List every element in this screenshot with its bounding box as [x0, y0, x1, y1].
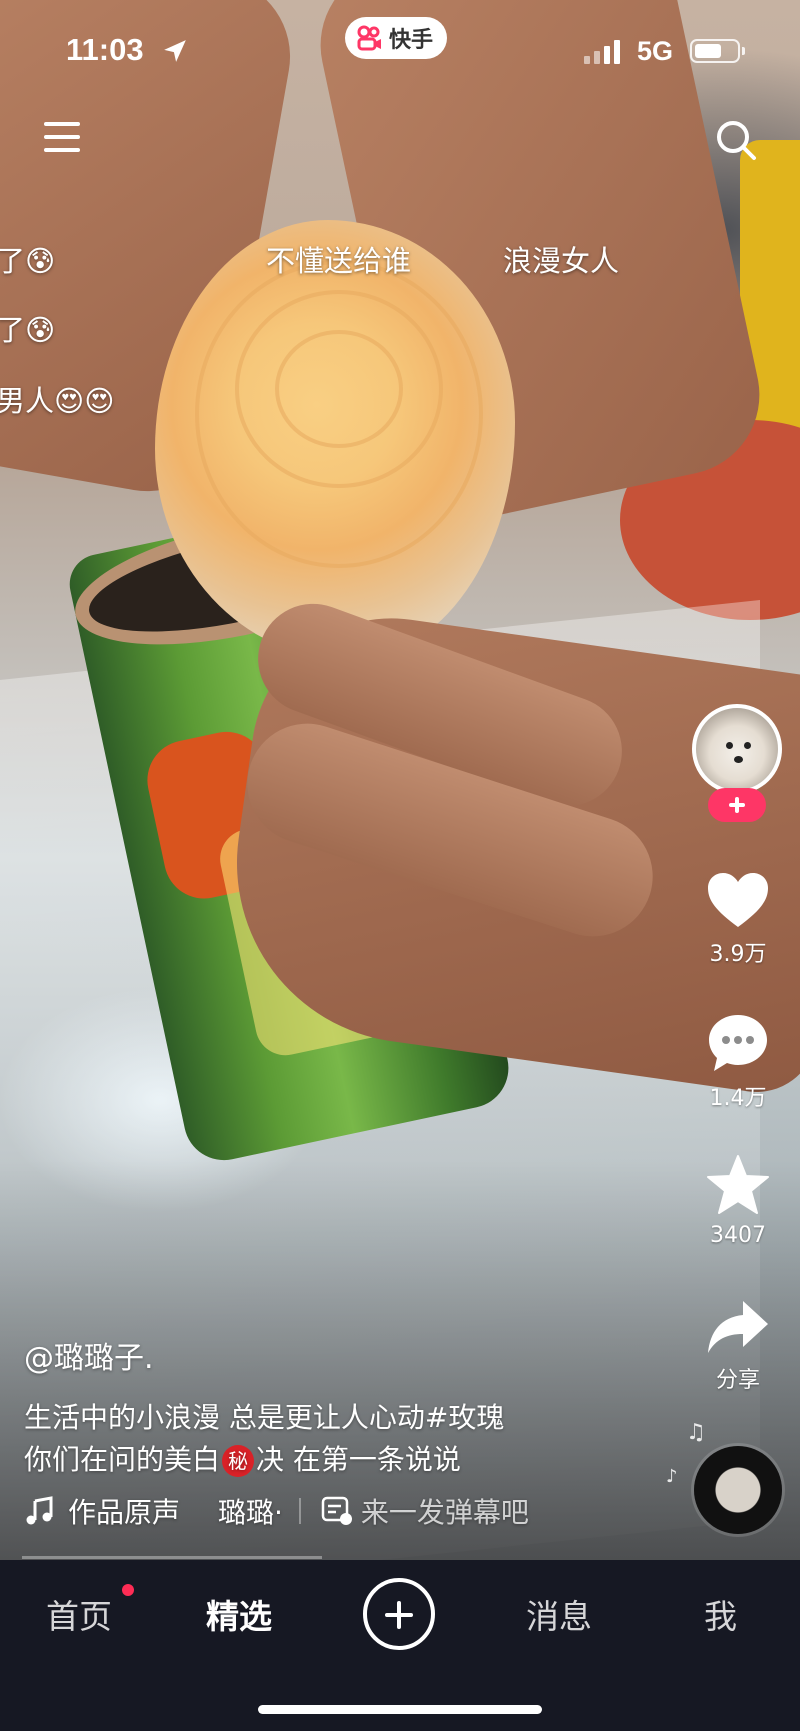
- music-note-icon: [26, 1496, 53, 1525]
- star-icon: [707, 1155, 769, 1214]
- location-arrow-icon: [164, 40, 186, 62]
- follow-button[interactable]: [708, 788, 766, 822]
- app-brand-badge: 快手: [345, 17, 448, 59]
- like-button[interactable]: 3.9万: [690, 870, 786, 968]
- description-line: 你们在问的美白秘决 在第一条说说: [24, 1438, 461, 1478]
- tab-me[interactable]: 我: [704, 1590, 737, 1638]
- danmaku-comment: 不懂送给谁: [266, 244, 412, 278]
- tab-home[interactable]: 首页: [46, 1590, 112, 1638]
- description-text: 决 在第一条说说: [256, 1443, 461, 1476]
- danmaku-comment: 男人😍😍: [0, 384, 115, 418]
- comment-button[interactable]: 1.4万: [690, 1012, 786, 1112]
- favorite-button[interactable]: 3407: [690, 1153, 786, 1248]
- share-label: 分享: [715, 1368, 760, 1393]
- favorite-count: 3407: [710, 1223, 766, 1248]
- app-brand-label: 快手: [389, 28, 434, 53]
- rose-flower: [155, 220, 515, 660]
- comment-count: 1.4万: [709, 1086, 767, 1111]
- danmaku-comment: 了😰: [0, 313, 56, 347]
- description-line: 生活中的小浪漫 总是更让人心动#玫瑰: [24, 1401, 505, 1434]
- video-frame[interactable]: [0, 0, 800, 1560]
- danmaku-toggle-icon[interactable]: [321, 1496, 353, 1526]
- network-type: 5G: [637, 36, 674, 66]
- tab-messages[interactable]: 消息: [526, 1590, 592, 1638]
- comment-bubble-icon: [709, 1015, 767, 1071]
- author-name[interactable]: @璐璐子.: [24, 1333, 154, 1377]
- music-author: 璐璐·: [218, 1496, 283, 1529]
- tab-featured[interactable]: 精选: [206, 1590, 272, 1638]
- danmaku-comment: 了😰: [0, 244, 56, 278]
- music-row[interactable]: 作品原声 璐璐· 来一发弹幕吧: [24, 1491, 529, 1531]
- like-count: 3.9万: [709, 942, 767, 967]
- search-icon[interactable]: [714, 118, 758, 162]
- music-disc[interactable]: [694, 1446, 782, 1534]
- home-indicator: [258, 1705, 542, 1714]
- music-label: 作品原声: [68, 1496, 181, 1529]
- description-text: 你们在问的美白: [24, 1443, 221, 1476]
- author-avatar[interactable]: [692, 704, 782, 794]
- share-arrow-icon: [708, 1301, 768, 1353]
- danmaku-input[interactable]: 来一发弹幕吧: [361, 1491, 529, 1531]
- battery-icon: [690, 39, 745, 63]
- signal-bars-icon: [584, 40, 620, 64]
- notification-dot: [122, 1584, 134, 1596]
- danmaku-comment: 浪漫女人: [503, 244, 620, 278]
- heart-icon: [708, 873, 768, 927]
- divider: [298, 1498, 301, 1524]
- create-plus-button[interactable]: [363, 1578, 435, 1650]
- share-button[interactable]: 分享: [690, 1298, 786, 1394]
- music-note-icon: ♫: [686, 1420, 706, 1445]
- video-progress-bar[interactable]: [22, 1556, 322, 1559]
- status-time: 11:03: [66, 32, 144, 67]
- menu-icon[interactable]: [44, 122, 80, 156]
- status-bar: 11:03 快手 5G: [0, 0, 800, 100]
- secret-badge-icon: 秘: [222, 1445, 255, 1477]
- kuaishou-logo-icon: [357, 25, 381, 51]
- music-note-icon: ♪: [666, 1466, 678, 1487]
